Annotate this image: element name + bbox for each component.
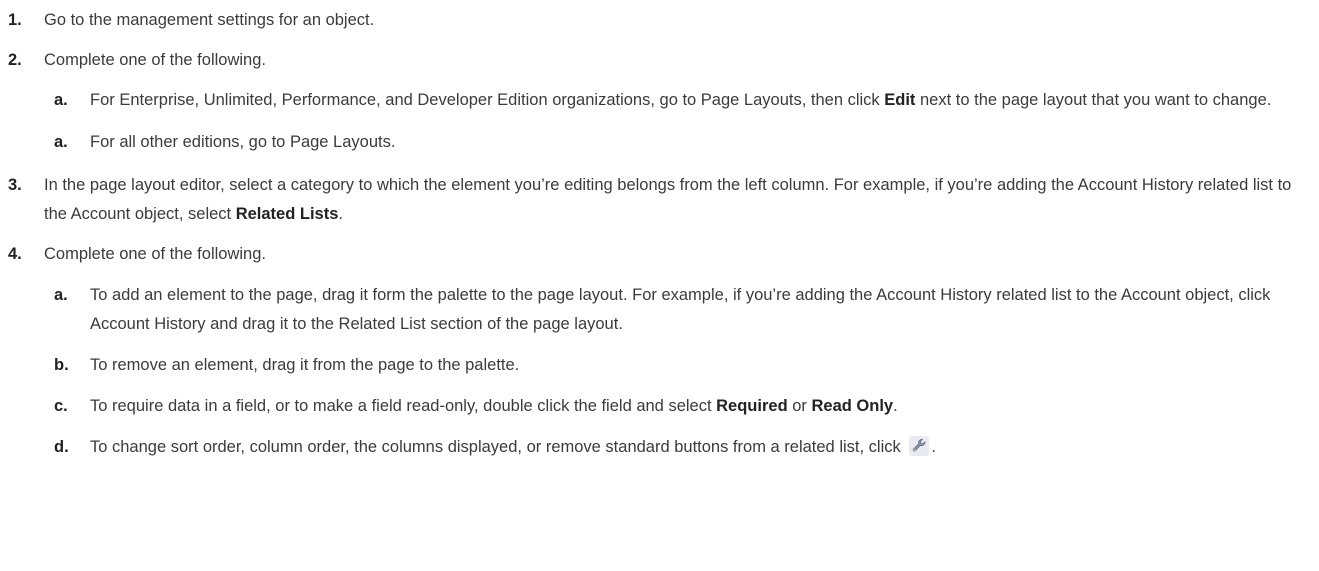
- substep-letter: c.: [54, 397, 68, 415]
- step-1: 1. Go to the management settings for an …: [6, 8, 1319, 33]
- related-lists-label: Related Lists: [235, 205, 339, 223]
- substep-letter: a.: [54, 133, 68, 151]
- step-2: 2. Complete one of the following. a. For…: [6, 48, 1319, 157]
- step-text: In the page layout editor, select a cate…: [44, 176, 1292, 223]
- substep-letter: a.: [54, 91, 68, 109]
- step-3: 3. In the page layout editor, select a c…: [6, 171, 1319, 229]
- substep-letter: a.: [54, 286, 68, 304]
- substep-4a: a. To add an element to the page, drag i…: [6, 281, 1319, 339]
- substep-letter: d.: [54, 438, 69, 456]
- step-number: 4.: [8, 245, 22, 263]
- instruction-document: 1. Go to the management settings for an …: [0, 0, 1319, 571]
- substep-4b: b. To remove an element, drag it from th…: [6, 351, 1319, 380]
- substep-4c: c. To require data in a field, or to mak…: [6, 392, 1319, 421]
- edit-label: Edit: [884, 91, 916, 109]
- step-number: 1.: [8, 11, 22, 29]
- substep-2a: a. For Enterprise, Unlimited, Performanc…: [6, 86, 1319, 115]
- substep-text: For Enterprise, Unlimited, Performance, …: [90, 91, 1272, 109]
- step-number: 3.: [8, 176, 22, 194]
- step-text: Complete one of the following.: [44, 51, 266, 69]
- read-only-label: Read Only: [811, 397, 894, 415]
- step-4: 4. Complete one of the following. a. To …: [6, 242, 1319, 462]
- step-number: 2.: [8, 51, 22, 69]
- substep-text: To require data in a field, or to make a…: [90, 397, 898, 415]
- substep-text: To remove an element, drag it from the p…: [90, 356, 520, 374]
- step-text: Go to the management settings for an obj…: [44, 11, 375, 29]
- substep-letter: b.: [54, 356, 69, 374]
- substep-text: For all other editions, go to Page Layou…: [90, 133, 396, 151]
- substep-text: To change sort order, column order, the …: [90, 436, 936, 456]
- substep-text: To add an element to the page, drag it f…: [90, 286, 1271, 333]
- wrench-icon[interactable]: [909, 436, 930, 456]
- required-label: Required: [716, 397, 788, 415]
- step-text: Complete one of the following.: [44, 245, 266, 263]
- substep-4d: d. To change sort order, column order, t…: [6, 433, 1319, 462]
- substep-2a-other: a. For all other editions, go to Page La…: [6, 128, 1319, 157]
